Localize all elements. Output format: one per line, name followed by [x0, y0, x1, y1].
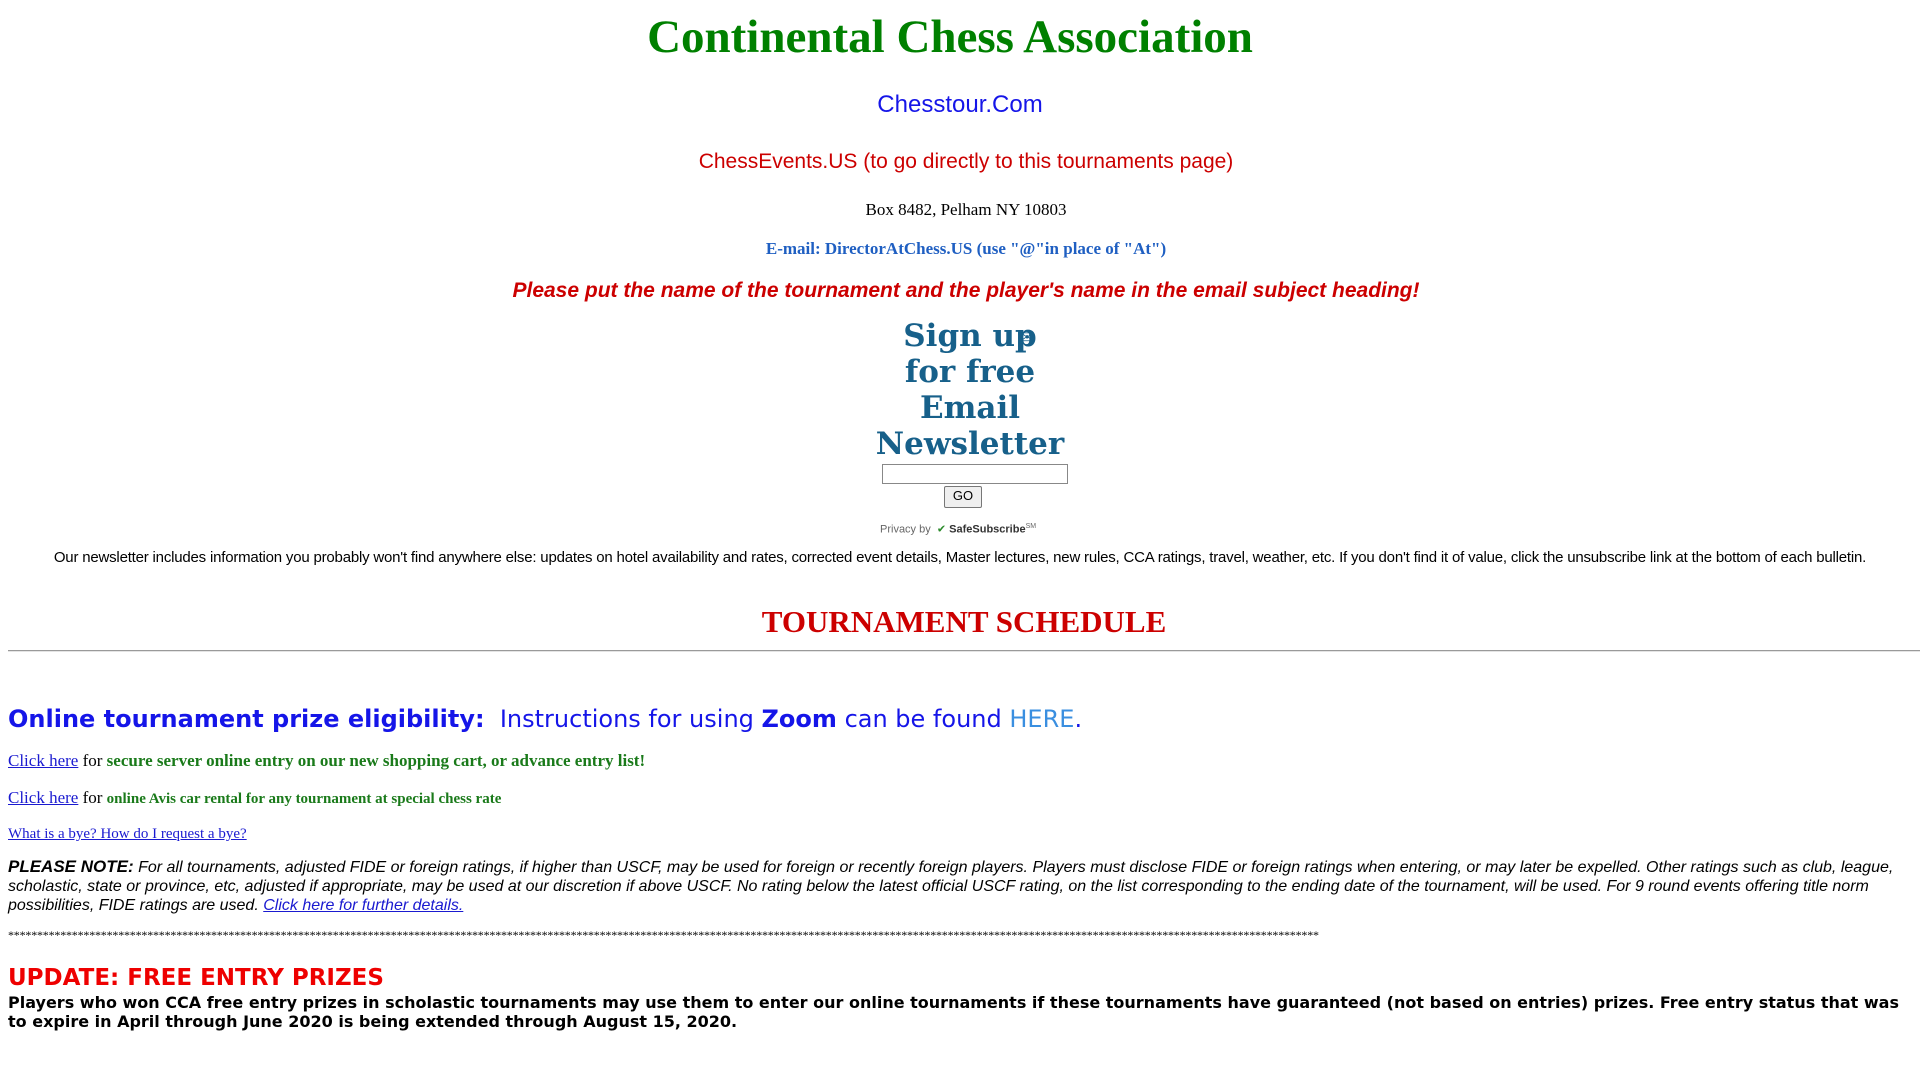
- update-body: Players who won CCA free entry prizes in…: [8, 993, 1899, 1031]
- signup-line: Sign up: [903, 318, 1037, 354]
- bye-link[interactable]: What is a bye? How do I request a bye?: [8, 826, 247, 842]
- here-link[interactable]: HERE: [1009, 705, 1074, 733]
- zoom-word: Zoom: [761, 705, 837, 733]
- newsletter-email-input[interactable]: [882, 464, 1068, 484]
- check-icon: ✔: [936, 523, 947, 536]
- newsletter-signup-heading: ✉ Sign up for free Email Newsletter: [870, 318, 1070, 462]
- online-prize-eligibility: Online tournament prize eligibility: Ins…: [8, 703, 1082, 735]
- service-mark: SM: [1025, 523, 1037, 530]
- zoom-suffix: can be found: [844, 705, 1002, 733]
- chessevents-link[interactable]: ChessEvents.US (to go directly to this t…: [6, 148, 1920, 176]
- period: .: [1074, 705, 1083, 733]
- email-contact: E-mail: DirectorAtChess.US (use "@"in pl…: [765, 239, 1167, 258]
- online-entry-link[interactable]: Click here: [8, 751, 78, 770]
- divider: [8, 650, 1920, 652]
- star-separator: ****************************************…: [8, 928, 1319, 942]
- for-text: for: [82, 751, 103, 770]
- privacy-by-safesubscribe[interactable]: Privacy by ✔ SafeSubscribeSM: [880, 520, 1036, 537]
- schedule-title: TOURNAMENT SCHEDULE: [761, 604, 1167, 639]
- signup-line: Newsletter: [875, 426, 1065, 462]
- online-entry-desc: secure server online entry on our new sh…: [106, 751, 646, 770]
- bye-line: What is a bye? How do I request a bye?: [8, 823, 247, 845]
- signup-line: for free: [904, 354, 1036, 390]
- please-note: PLEASE NOTE: For all tournaments, adjust…: [8, 857, 1908, 915]
- car-rental-link[interactable]: Click here: [8, 788, 78, 807]
- envelope-icon: ✉: [1020, 328, 1035, 348]
- update-title: UPDATE: FREE ENTRY PRIZES: [8, 965, 384, 991]
- zoom-prefix: Instructions for using: [499, 705, 754, 733]
- newsletter-info: Our newsletter includes information you …: [53, 549, 1867, 566]
- online-heading: Online tournament prize eligibility:: [8, 705, 485, 733]
- signup-line: Email: [919, 390, 1021, 426]
- address: Box 8482, Pelham NY 10803: [865, 200, 1067, 219]
- privacy-by-label: Privacy by: [880, 523, 931, 536]
- car-rental-desc: online Avis car rental for any tournamen…: [106, 791, 502, 807]
- safesubscribe-label: SafeSubscribe: [949, 523, 1026, 536]
- email-instruction: Please put the name of the tournament an…: [512, 279, 1420, 302]
- go-button[interactable]: GO: [944, 486, 982, 508]
- chesstour-link[interactable]: Chesstour.Com: [0, 90, 1920, 120]
- car-rental-line: Click here for online Avis car rental fo…: [8, 787, 501, 810]
- further-details-link[interactable]: Click here for further details.: [263, 897, 463, 914]
- note-lead: PLEASE NOTE:: [8, 857, 134, 876]
- page-title: Continental Chess Association: [647, 11, 1253, 63]
- online-entry-line: Click here for secure server online entr…: [8, 750, 645, 772]
- for-text: for: [82, 788, 103, 807]
